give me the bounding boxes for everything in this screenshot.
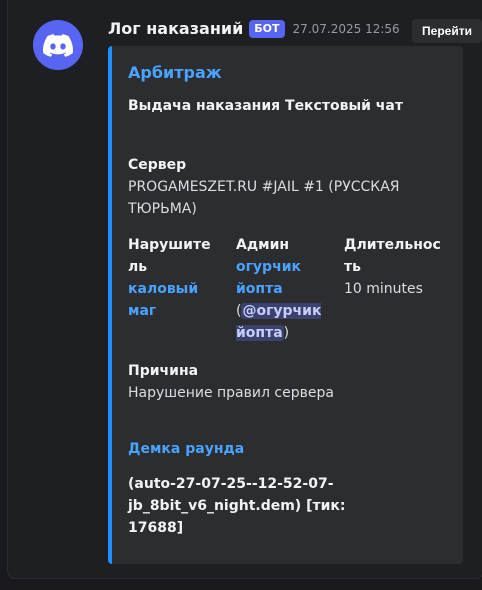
goto-button[interactable]: Перейти [412, 19, 482, 43]
message-timestamp: 27.07.2025 12:56 [292, 21, 400, 36]
field-duration: Длительность 10 minutes [344, 234, 446, 300]
admin-link[interactable]: огурчик йопта [236, 256, 308, 300]
demo-title: Демка раунда [128, 441, 245, 457]
field-reason-value: Нарушение правил сервера [128, 385, 334, 401]
demo-value: (auto-27-07-25--12-52-07-jb_8bit_v6_nigh… [128, 476, 346, 536]
field-duration-value: 10 minutes [344, 281, 423, 297]
author-name[interactable]: Лог наказаний [108, 19, 243, 38]
discord-logo-icon [43, 33, 73, 57]
field-server-value: PROGAMESZET.RU #JAIL #1 (РУССКАЯ ТЮРЬМА) [128, 179, 400, 217]
admin-close-paren: ) [283, 325, 290, 341]
field-reason-name: Причина [128, 363, 199, 379]
field-duration-name: Длительность [344, 237, 441, 275]
field-server-name: Сервер [128, 157, 187, 173]
field-reason: Причина Нарушение правил сервера [128, 360, 438, 404]
field-admin: Админ огурчик йопта (@огурчик йопта) [236, 234, 332, 344]
violator-link[interactable]: каловый маг [128, 278, 206, 322]
field-admin-name: Админ [236, 237, 290, 253]
field-server: Сервер PROGAMESZET.RU #JAIL #1 (РУССКАЯ … [128, 154, 438, 220]
bot-badge: БОТ [249, 19, 285, 38]
embed-author: Арбитраж [128, 63, 222, 82]
bot-avatar[interactable] [33, 20, 83, 70]
field-violator-name: Нарушитель [128, 237, 211, 275]
message-header: Лог наказаний БОТ 27.07.2025 12:56 [108, 19, 400, 38]
field-violator: Нарушитель каловый маг [128, 234, 220, 322]
embed-card: Арбитраж Выдача наказания Текстовый чат … [108, 46, 463, 564]
embed-title: Выдача наказания Текстовый чат [128, 98, 403, 114]
admin-mention-line: (@огурчик йопта) [236, 300, 332, 344]
admin-mention[interactable]: @огурчик йопта [236, 303, 322, 341]
